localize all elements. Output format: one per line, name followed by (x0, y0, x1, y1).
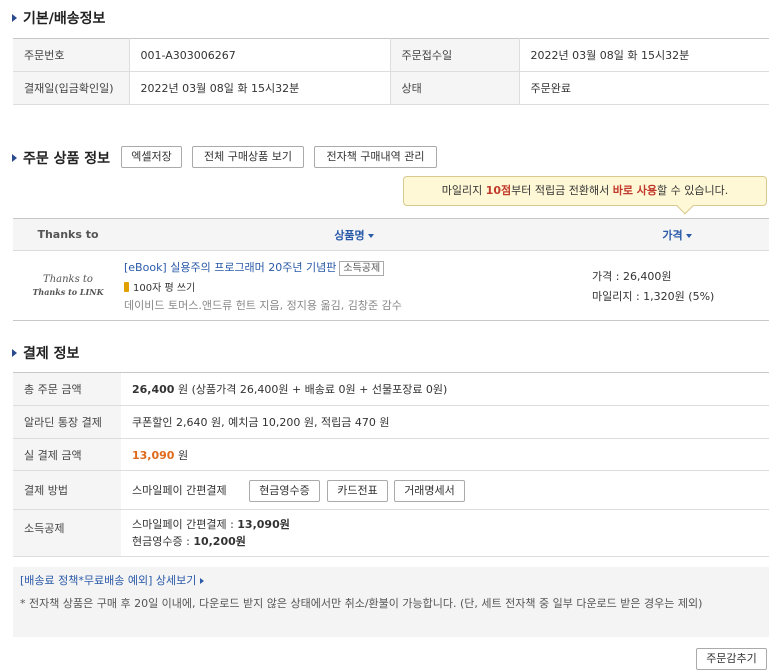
income-deduction-label: 소득공제 (13, 509, 121, 557)
ebook-purchases-button[interactable]: 전자책 구매내역 관리 (314, 146, 437, 168)
actual-payment-unit: 원 (174, 448, 189, 462)
order-items-title-text: 주문 상품 정보 (23, 151, 111, 167)
hide-order-button[interactable]: 주문감추기 (696, 648, 767, 670)
ebook-refund-notice: * 전자책 상품은 구매 후 20일 이내에, 다운로드 받지 않은 상태에서만… (20, 597, 703, 610)
thanks-to-logo[interactable]: Thanks to Thanks to LINK (13, 273, 123, 299)
payment-section-title: 결제 정보 (12, 343, 79, 363)
status-value: 주문완료 (518, 71, 769, 105)
order-date-label: 주문접수일 (389, 38, 519, 72)
chevron-right-icon (200, 578, 205, 584)
notice-box: [배송료 정책*무료배송 예외] 상세보기 * 전자책 상품은 구매 후 20일… (13, 567, 769, 637)
payment-title-text: 결제 정보 (23, 346, 80, 362)
deduction-line1-amount: 13,090원 (237, 518, 290, 531)
product-authors: 데이비드 토머스.앤드류 헌트 지음, 정지용 옮김, 김창준 감수 (124, 298, 402, 312)
aladin-account-label: 알라딘 통장 결제 (13, 405, 121, 439)
price-header-label: 가격 (662, 228, 683, 242)
total-amount-value: 26,400 원 (상품가격 26,400원 + 배송료 0원 + 선물포장료 … (121, 372, 769, 406)
product-name-sort-header[interactable]: 상품명 (123, 218, 585, 251)
basic-title-text: 기본/배송정보 (23, 11, 106, 27)
actual-payment-number: 13,090 (132, 448, 175, 462)
order-number-value: 001-A303006267 (128, 38, 390, 72)
table-row: 총 주문 금액 26,400 원 (상품가격 26,400원 + 배송료 0원 … (13, 372, 769, 406)
mileage-tooltip: 마일리지 10점부터 적립금 전환해서 바로 사용할 수 있습니다. (403, 176, 767, 215)
basic-section-title: 기본/배송정보 (12, 8, 105, 28)
total-amount-label: 총 주문 금액 (13, 372, 121, 406)
ebook-refund-notice-text: 전자책 상품은 구매 후 20일 이내에, 다운로드 받지 않은 상태에서만 취… (29, 597, 703, 610)
total-amount-number: 26,400 (132, 383, 175, 396)
table-row: 결제 방법 스마일페이 간편결제 (13, 470, 769, 510)
payment-date-label: 결재일(입금확인일) (13, 71, 129, 105)
cash-receipt-button[interactable]: 현금영수증 (249, 480, 320, 502)
price-value: 가격 : 26,400원 (592, 269, 672, 283)
income-deduction-tag: 소득공제 (339, 260, 385, 276)
tooltip-highlight: 바로 사용 (612, 184, 658, 197)
review-label: 100자 평 쓰기 (133, 282, 196, 294)
view-all-purchases-button[interactable]: 전체 구매상품 보기 (192, 146, 304, 168)
review-link[interactable]: 100자 평 쓰기 (124, 279, 585, 294)
logo-line1: Thanks to (43, 273, 93, 285)
payment-date-value: 2022년 03월 08일 화 15시32분 (128, 71, 390, 105)
logo-line2: Thanks to LINK (32, 286, 104, 297)
transaction-statement-button[interactable]: 거래명세서 (394, 480, 465, 502)
price-sort-header[interactable]: 가격 (585, 218, 769, 251)
tooltip-text: 마일리지 (441, 184, 486, 197)
aladin-account-value: 쿠폰할인 2,640 원, 예치금 10,200 원, 적립금 470 원 (121, 405, 769, 439)
payment-table: 총 주문 금액 26,400 원 (상품가격 26,400원 + 배송료 0원 … (13, 372, 769, 557)
caret-down-icon (685, 233, 692, 238)
tooltip-text: 할 수 있습니다. (657, 184, 729, 197)
shipping-policy-label: [배송료 정책*무료배송 예외] 상세보기 (20, 574, 197, 587)
table-header-row: Thanks to 상품명 가격 (13, 218, 769, 251)
table-row: 실 결제 금액 13,090 원 (13, 438, 769, 471)
deduction-line2-label: 현금영수증 : (132, 535, 194, 548)
deduction-line2-amount: 10,200원 (193, 535, 246, 548)
total-amount-detail: 원 (상품가격 26,400원 + 배송료 0원 + 선물포장료 0원) (174, 383, 448, 396)
bullet-triangle-icon (12, 14, 17, 22)
order-items-table: Thanks to 상품명 가격 Thanks to Thanks to LIN… (13, 218, 769, 321)
thanks-to-header: Thanks to (13, 218, 123, 251)
product-header-label: 상품명 (334, 228, 365, 242)
income-deduction-value: 스마일페이 간편결제 : 13,090원 현금영수증 : 10,200원 (121, 509, 769, 557)
caret-down-icon (367, 233, 374, 238)
table-row: Thanks to Thanks to LINK [eBook] 실용주의 프로… (13, 251, 769, 321)
tooltip-highlight: 10점 (485, 184, 512, 197)
order-date-value: 2022년 03월 08일 화 15시32분 (518, 38, 769, 72)
table-row: 알라딘 통장 결제 쿠폰할인 2,640 원, 예치금 10,200 원, 적립… (13, 405, 769, 439)
bullet-triangle-icon (12, 154, 17, 162)
deduction-line1-label: 스마일페이 간편결제 : (132, 518, 238, 531)
basic-info-table: 주문번호 001-A303006267 주문접수일 2022년 03월 08일 … (13, 38, 769, 105)
status-label: 상태 (389, 71, 519, 105)
bullet-triangle-icon (12, 349, 17, 357)
order-items-section-title: 주문 상품 정보 (12, 148, 110, 168)
pencil-icon (124, 281, 129, 292)
card-slip-button[interactable]: 카드전표 (327, 480, 388, 502)
product-cell: [eBook] 실용주의 프로그래머 20주년 기념판 소득공제 100자 평 쓰… (123, 251, 585, 321)
payment-method-label: 결제 방법 (13, 470, 121, 510)
mileage-value: 마일리지 : 1,320원 (5%) (592, 289, 715, 303)
order-number-label: 주문번호 (13, 38, 129, 72)
payment-method-text: 스마일페이 간편결제 (132, 484, 227, 497)
tooltip-text: 부터 적립금 전환해서 (511, 184, 613, 197)
excel-save-button[interactable]: 엑셀저장 (121, 146, 182, 168)
actual-payment-label: 실 결제 금액 (13, 438, 121, 471)
shipping-policy-link[interactable]: [배송료 정책*무료배송 예외] 상세보기 (20, 572, 205, 588)
price-cell: 가격 : 26,400원 마일리지 : 1,320원 (5%) (585, 251, 769, 321)
actual-payment-value: 13,090 원 (121, 438, 769, 471)
table-row: 소득공제 스마일페이 간편결제 : 13,090원 현금영수증 : 10,200… (13, 509, 769, 557)
table-row: 주문번호 001-A303006267 주문접수일 2022년 03월 08일 … (13, 38, 769, 72)
tooltip-arrow-icon (676, 197, 694, 215)
table-row: 결재일(입금확인일) 2022년 03월 08일 화 15시32분 상태 주문완… (13, 71, 769, 105)
thanks-to-cell: Thanks to Thanks to LINK (13, 251, 123, 321)
product-title-link[interactable]: [eBook] 실용주의 프로그래머 20주년 기념판 (124, 261, 336, 274)
